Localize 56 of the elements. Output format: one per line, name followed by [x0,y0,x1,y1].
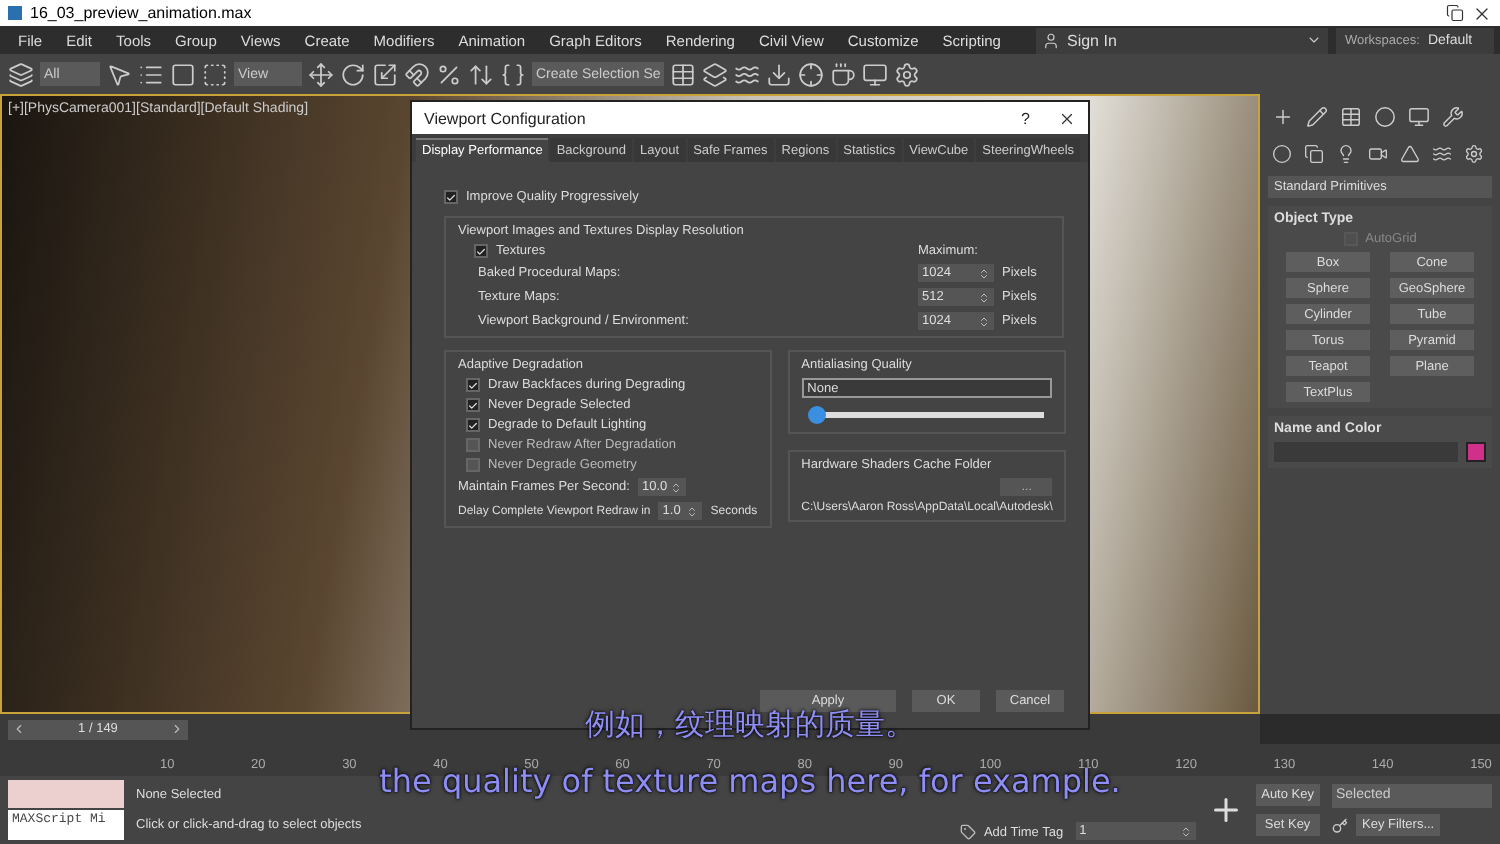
chevron-left-icon [12,722,26,736]
scale-icon[interactable] [372,61,398,87]
user-icon [1042,31,1061,49]
slider-thumb[interactable] [808,406,827,424]
close-icon[interactable] [1472,3,1492,23]
triangle-icon[interactable] [1400,144,1420,164]
checkbox[interactable] [474,244,488,258]
checkbox[interactable] [466,378,480,392]
quality-slider[interactable] [809,406,1045,424]
monitor-icon[interactable] [862,61,888,87]
checkbox[interactable] [466,438,480,452]
waves-icon[interactable] [1432,144,1452,164]
dialog-title: Viewport Configuration [424,109,586,127]
checkbox[interactable] [466,398,480,412]
square-icon[interactable] [170,61,196,87]
magnet-icon[interactable] [404,61,430,87]
wrench-icon[interactable] [1442,106,1464,128]
monitor-icon[interactable] [1408,106,1430,128]
percent-icon[interactable] [436,61,462,87]
checkbox[interactable] [466,458,480,472]
settings-icon[interactable] [894,61,920,87]
sign-in-label: Sign In [1066,31,1117,49]
braces-icon[interactable] [500,61,526,87]
chevron-right-icon [169,722,184,736]
cursor-icon[interactable] [106,61,132,87]
layers-icon[interactable] [702,61,728,87]
table-icon[interactable] [670,61,696,87]
move-icon[interactable] [308,61,334,87]
wave-icon[interactable] [734,61,760,87]
key-icon [1332,817,1348,834]
plus-icon[interactable] [1272,106,1294,128]
pencil-icon[interactable] [1306,106,1328,128]
sphere-icon[interactable] [1272,144,1292,164]
checkbox[interactable] [466,418,480,432]
subtitle-caption: 例如，纹理映射的质量。 [585,710,915,742]
download-icon[interactable] [766,61,792,87]
restore-icon[interactable] [1446,4,1464,22]
color-swatch[interactable] [1466,442,1486,462]
checkbox[interactable] [444,190,458,204]
circle-icon[interactable] [1374,106,1396,128]
lightbulb-icon[interactable] [1336,144,1356,164]
table-icon[interactable] [1340,106,1362,128]
sign-in-dropdown[interactable]: Sign In [1036,27,1329,53]
camera-icon[interactable] [1368,144,1388,164]
caret-icon [1306,32,1323,48]
up-down-arrow-icon[interactable] [468,61,494,87]
crosshair-icon[interactable] [798,61,824,87]
layers-icon[interactable] [8,61,34,87]
gear-icon[interactable] [1464,144,1484,164]
dashed-square-icon[interactable] [202,61,228,87]
tag-icon [959,824,976,840]
window-title: 16_03_preview_animation.max [30,4,252,22]
rotate-icon[interactable] [340,61,366,87]
app-icon [8,6,22,20]
help-button[interactable]: ? [1021,109,1030,127]
close-icon[interactable] [1058,109,1076,127]
